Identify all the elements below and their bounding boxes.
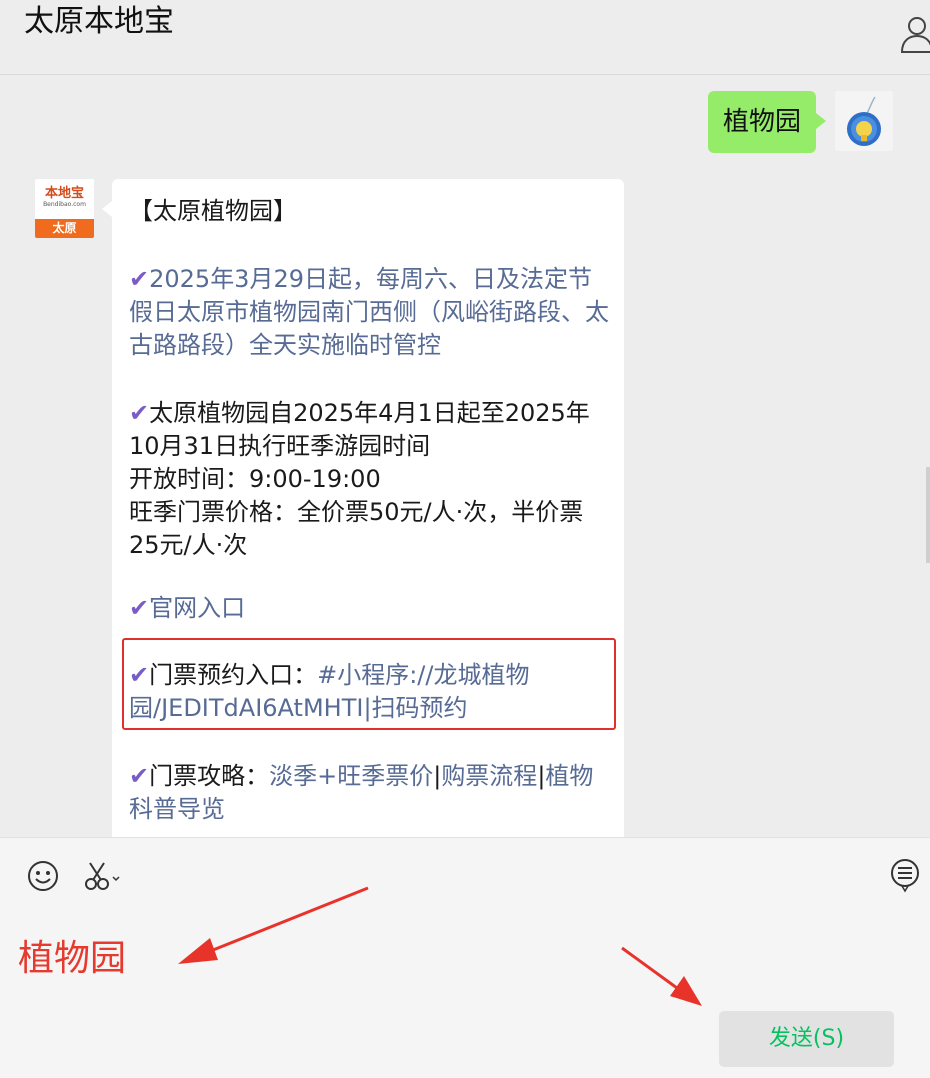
received-message-bubble[interactable]: 【太原植物园】 ✔2025年3月29日起，每周六、日及法定节假日太原市植物园南门… — [102, 179, 624, 837]
notice-item-traffic[interactable]: ✔2025年3月29日起，每周六、日及法定节假日太原市植物园南门西侧（风峪街路段… — [129, 263, 609, 362]
message-input[interactable]: 植物园 — [18, 936, 126, 982]
input-area: 植物园 发送(S) — [0, 837, 930, 1078]
send-button[interactable]: 发送(S) — [719, 1011, 894, 1067]
price-guide-link[interactable]: 淡季+旺季票价 — [269, 762, 433, 790]
chat-title: 太原本地宝 — [24, 4, 174, 39]
my-avatar[interactable] — [835, 91, 893, 151]
purchase-flow-link[interactable]: 购票流程 — [441, 762, 537, 790]
notice-traffic-link[interactable]: 2025年3月29日起，每周六、日及法定节假日太原市植物园南门西侧（风峪街路段、… — [129, 265, 609, 359]
logo-name: 本地宝 — [44, 186, 84, 201]
notice-item-website[interactable]: ✔官网入口 — [129, 592, 609, 625]
check-icon: ✔ — [129, 762, 150, 790]
opening-hours-text: 开放时间：9:00-19:00 — [129, 465, 381, 493]
chat-header: 太原本地宝 — [0, 0, 930, 75]
guide-label: 门票攻略： — [149, 762, 270, 790]
sent-message-bubble[interactable]: 植物园 — [708, 91, 826, 153]
official-site-link[interactable]: 官网入口 — [149, 594, 245, 622]
notice-item-season: ✔太原植物园自2025年4月1日起至2025年10月31日执行旺季游园时间 开放… — [129, 397, 609, 562]
user-icon[interactable] — [900, 14, 930, 54]
smiley-icon[interactable] — [27, 860, 59, 892]
notice-item-guide: ✔门票攻略：淡季+旺季票价|购票流程|植物科普导览 — [129, 760, 609, 826]
scissors-icon[interactable] — [84, 860, 120, 892]
booking-label: 门票预约入口： — [149, 661, 318, 689]
season-text: 太原植物园自2025年4月1日起至2025年10月31日执行旺季游园时间 — [129, 399, 590, 460]
check-icon: ✔ — [129, 399, 150, 427]
message-title: 【太原植物园】 — [129, 197, 297, 225]
logo-city: 太原 — [35, 219, 94, 238]
sent-message-text: 植物园 — [722, 107, 801, 137]
official-account-avatar[interactable]: 本地宝 Bendibao.com 太原 — [35, 179, 94, 238]
notice-item-booking[interactable]: ✔门票预约入口：#小程序://龙城植物园/JEDITdAI6AtMHTI|扫码预… — [129, 659, 609, 725]
logo-top: 本地宝 Bendibao.com — [35, 179, 94, 219]
check-icon: ✔ — [129, 594, 150, 622]
blue-flower-avatar-icon — [835, 91, 893, 151]
scrollbar[interactable] — [926, 467, 930, 563]
chat-history-icon[interactable] — [890, 858, 920, 894]
message-list[interactable]: 植物园 本地宝 Bendibao.com 太原 【太原植物园】 ✔2025年3月… — [0, 75, 930, 837]
check-icon: ✔ — [129, 265, 150, 293]
logo-url: Bendibao.com — [43, 201, 86, 208]
ticket-price-text: 旺季门票价格：全价票50元/人·次，半价票25元/人·次 — [129, 498, 584, 559]
check-icon: ✔ — [129, 661, 150, 689]
